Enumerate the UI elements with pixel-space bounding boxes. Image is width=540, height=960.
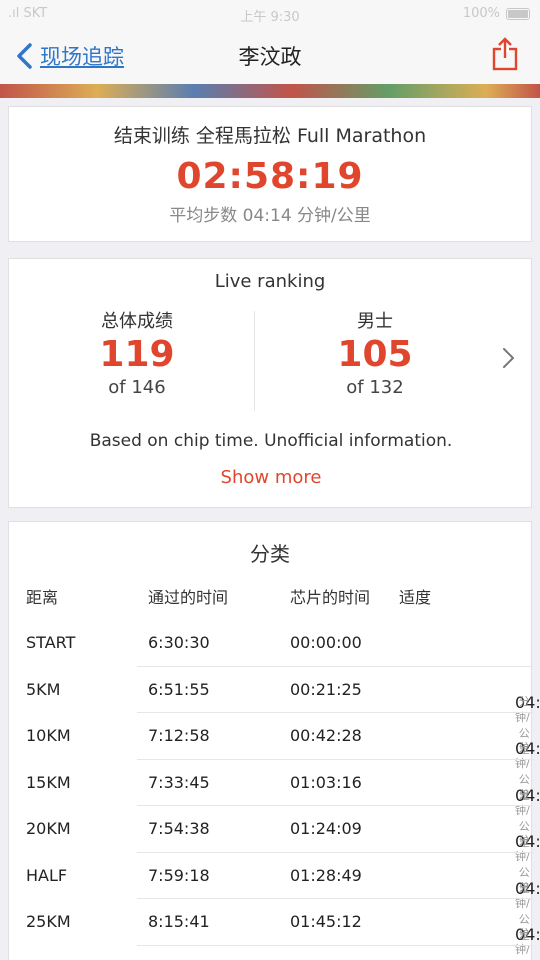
table-row: HALF7:59:1801:28:4904:15分钟/公里 [9,853,540,942]
split-pass-time: 6:51:55 [148,679,210,699]
row-divider [137,944,533,946]
overall-ranking-label: 总体成绩 [101,311,173,332]
table-row: START 6:30:30 00:00:00 [9,620,533,667]
header-pace: 适度 [399,588,432,607]
split-distance: START [26,633,76,652]
table-row: 25KM8:15:4101:45:1204:12分钟/公里 [9,899,540,960]
splits-table-body: START 6:30:30 00:00:00 5KM 6:51:55 00:21:25 04… [9,620,540,960]
split-pass-time: 8:15:41 [148,912,210,931]
table-row: 5KM6:51:5500:21:2504:17分钟/公里 [9,667,540,756]
split-chip-time: 00:00:00 [290,633,362,652]
event-banner-strip [0,84,540,98]
clock-label: 上午 9:30 [240,10,300,25]
split-chip-time: 01:28:49 [290,865,362,885]
status-bar: .ıl SKT 上午 9:30 100% [0,0,540,30]
ranking-columns[interactable]: 总体成绩 119 of 146 男士 105 of 132 [9,307,533,417]
header-pass-time: 通过的时间 [148,588,229,607]
table-row: 15KM7:33:4501:03:1604:10分钟/公里 [9,760,540,849]
finish-time: 02:58:19 [176,156,364,197]
split-distance: 15KM [26,772,71,792]
battery-icon [506,8,530,20]
splits-table-header: 距离 通过的时间 芯片的时间 适度 [9,584,533,608]
show-more-link[interactable]: Show more [9,467,533,488]
splits-card: 分类 距离 通过的时间 芯片的时间 适度 START 6:30:30 00:00:0… [8,521,540,960]
split-distance: HALF [26,865,68,885]
gender-ranking: 男士 105 of 132 [255,307,495,398]
split-chip-time: 00:21:25 [290,679,362,699]
split-pass-time: 7:12:58 [148,726,210,745]
gender-ranking-label: 男士 [357,311,393,332]
header-distance: 距离 [26,588,59,607]
header-chip-time: 芯片的时间 [290,588,371,607]
split-pass-time: 6:30:30 [148,633,210,652]
page-title: 李汶政 [238,45,302,69]
split-distance: 5KM [26,679,61,699]
overall-ranking: 总体成绩 119 of 146 [17,307,257,398]
average-pace: 平均步数 04:14 分钟/公里 [169,206,371,226]
share-icon[interactable] [490,36,520,72]
navigation-bar: 现场追踪 李汶政 [0,30,540,84]
overall-rank-number: 119 [99,334,175,375]
gender-rank-total: of 132 [346,377,404,398]
split-distance: 10KM [26,726,71,745]
chevron-right-icon[interactable] [501,347,515,369]
split-distance: 25KM [26,912,71,931]
split-pass-time: 7:54:38 [148,819,210,838]
split-pass-time: 7:59:18 [148,865,210,885]
table-row: 10KM7:12:5800:42:2804:13分钟/公里 [9,713,540,802]
split-chip-time: 01:45:12 [290,912,362,931]
result-summary-card: 结束训练 全程馬拉松 Full Marathon 02:58:19 平均步数 0… [8,106,532,242]
overall-rank-total: of 146 [108,377,166,398]
split-pace-unit: 分钟/公里 [515,927,530,960]
split-chip-time: 01:03:16 [290,772,362,792]
splits-title: 分类 [250,542,290,566]
ranking-disclaimer: Based on chip time. Unofficial informati… [89,431,453,451]
battery-label: 100% [462,6,500,21]
split-chip-time: 00:42:28 [290,726,362,745]
live-ranking-card: Live ranking 总体成绩 119 of 146 男士 105 of 1… [8,258,532,508]
split-distance: 20KM [26,819,71,838]
split-pass-time: 7:33:45 [148,772,210,792]
split-chip-time: 01:24:09 [290,819,362,838]
event-name: 结束训练 全程馬拉松 Full Marathon [113,125,427,147]
table-row: 20KM7:54:3801:24:0904:11分钟/公里 [9,806,540,895]
gender-rank-number: 105 [337,334,413,375]
ranking-title: Live ranking [214,271,326,292]
